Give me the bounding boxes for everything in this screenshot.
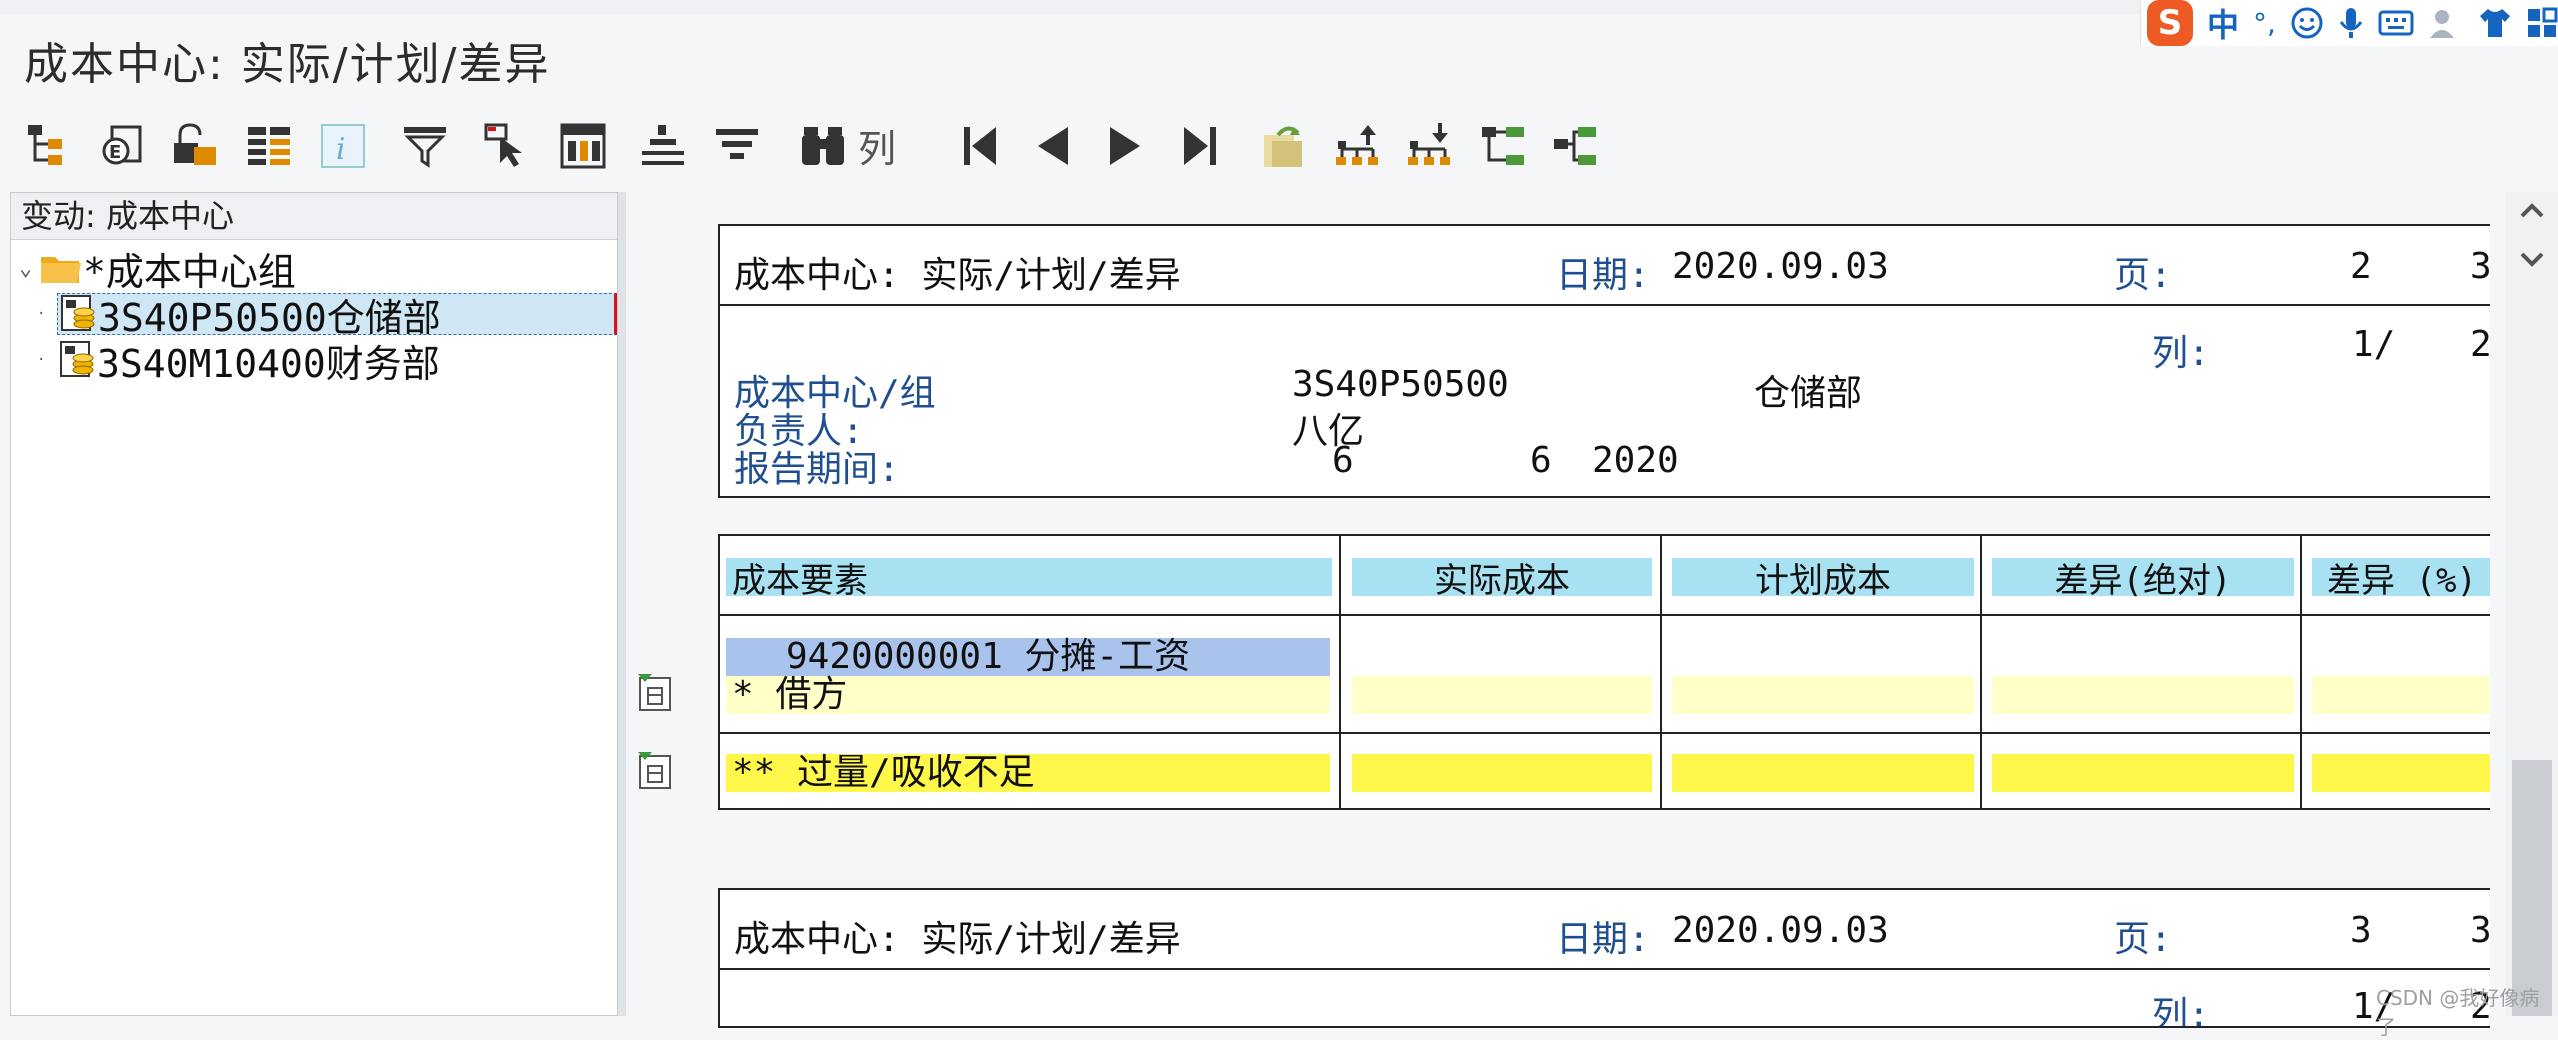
column-header-variance-pct[interactable]: 差异 (%) — [2312, 558, 2490, 601]
tree-item-label: 3S40M10400财务部 — [97, 341, 440, 386]
first-page-icon[interactable] — [954, 118, 1008, 174]
column-number: 1/ — [2352, 324, 2396, 365]
user-icon[interactable] — [2428, 6, 2464, 40]
ime-punct-toggle[interactable]: °, — [2253, 7, 2276, 40]
microphone-icon[interactable] — [2338, 6, 2364, 40]
scrollbar-thumb[interactable] — [2512, 760, 2552, 1016]
column-header-plan-cost[interactable]: 计划成本 — [1672, 558, 1974, 601]
over-under-absorption-row[interactable]: ** 过量/吸收不足 — [726, 754, 1330, 792]
expand-up-icon[interactable] — [1330, 118, 1384, 174]
field-value-year: 2020 — [1592, 440, 1679, 481]
application-toolbar: E i 列 — [0, 110, 2558, 182]
next-page-icon[interactable] — [1098, 118, 1152, 174]
debit-subtotal-row[interactable]: * 借方 — [726, 676, 1330, 714]
columns-label[interactable]: 列 — [858, 118, 896, 173]
date-label: 日期: — [1556, 255, 1650, 296]
sort-filter-icon[interactable] — [710, 118, 764, 174]
scroll-up-icon[interactable] — [2506, 192, 2558, 272]
report-settings-icon[interactable]: E — [96, 118, 150, 174]
page-number: 2 — [2350, 246, 2372, 287]
report-page-header-next: 成本中心: 实际/计划/差异 日期: 2020.09.03 页: 3 3 列: … — [718, 888, 2490, 1028]
row-detail-icon[interactable] — [634, 750, 674, 792]
date-value: 2020.09.03 — [1672, 910, 1889, 951]
field-value-period-from: 6 — [1332, 440, 1354, 481]
ime-toolbar: S 中 °, — [2140, 0, 2558, 46]
previous-page-icon[interactable] — [1026, 118, 1080, 174]
expand-tree-icon[interactable] — [1476, 118, 1530, 174]
tree-header: 变动: 成本中心 — [11, 193, 617, 240]
skin-shirt-icon[interactable] — [2478, 6, 2512, 40]
row-detail-icon[interactable] — [634, 672, 674, 714]
panel-splitter[interactable] — [618, 192, 626, 1016]
keyboard-icon[interactable] — [2378, 8, 2414, 38]
cost-center-icon — [61, 295, 95, 331]
toolbox-grid-icon[interactable] — [2526, 7, 2558, 39]
page-number: 3 — [2350, 910, 2372, 951]
folder-icon — [41, 257, 81, 283]
tree-item-3s40m10400[interactable]: · 3S40M10400财务部 — [37, 337, 440, 386]
collapse-chevron-icon[interactable]: ⌄ — [19, 256, 39, 281]
column-header-cost-element[interactable]: 成本要素 — [726, 558, 1332, 601]
ime-mode-toggle[interactable]: 中 — [2207, 0, 2239, 46]
collapse-tree-icon[interactable] — [1548, 118, 1602, 174]
svg-text:i: i — [336, 132, 346, 167]
page-label: 页: — [2114, 255, 2172, 296]
cost-center-icon — [60, 341, 94, 377]
tree-root-node[interactable]: ⌄ *成本中心组 — [19, 245, 296, 294]
svg-text:E: E — [109, 142, 121, 163]
export-document-icon[interactable] — [1256, 118, 1310, 174]
page-label: 页: — [2114, 919, 2172, 960]
tree-item-3s40p50500[interactable]: · 3S40P50500仓储部 — [37, 291, 625, 340]
table-view-icon[interactable] — [556, 118, 610, 174]
filter-icon[interactable] — [398, 118, 452, 174]
field-value-period-to: 6 — [1530, 440, 1552, 481]
emoji-icon[interactable] — [2290, 6, 2324, 40]
field-label-period: 报告期间: — [734, 449, 900, 490]
watermark: CSDN @我好像病了 — [2376, 986, 2540, 1039]
lock-icon[interactable] — [168, 118, 222, 174]
sum-subtotal-icon[interactable] — [636, 118, 690, 174]
date-label: 日期: — [1556, 919, 1650, 960]
page-total: 3 — [2470, 910, 2490, 951]
column-header-actual-cost[interactable]: 实际成本 — [1352, 558, 1652, 601]
cost-element-row[interactable]: 9420000001 分摊-工资 — [726, 638, 1330, 676]
field-value-cost-center-name: 仓储部 — [1754, 373, 1863, 414]
sogou-logo-icon[interactable]: S — [2147, 0, 2193, 46]
column-label: 列: — [2152, 995, 2210, 1028]
column-total: 2 — [2470, 324, 2490, 365]
field-value-cost-center: 3S40P50500 — [1292, 364, 1509, 405]
tree-item-selected[interactable]: 3S40P50500仓储部 — [57, 293, 617, 340]
expand-down-icon[interactable] — [1402, 118, 1456, 174]
navigation-tree: 变动: 成本中心 ⌄ *成本中心组 · 3S40P50500仓储部 · 3S40… — [10, 192, 618, 1016]
page-total: 3 — [2470, 246, 2490, 287]
column-label: 列: — [2152, 333, 2210, 374]
hierarchy-icon[interactable] — [22, 118, 76, 174]
report-table: 成本要素 实际成本 计划成本 差异(绝对) 差异 (%) 9420000001 … — [718, 534, 2490, 810]
window-title: 成本中心: 实际/计划/差异 — [24, 39, 551, 90]
find-binoculars-icon[interactable] — [796, 118, 850, 174]
last-page-icon[interactable] — [1172, 118, 1226, 174]
report-title: 成本中心: 实际/计划/差异 — [734, 255, 1181, 296]
column-header-variance-abs[interactable]: 差异(绝对) — [1992, 558, 2294, 601]
date-value: 2020.09.03 — [1672, 246, 1889, 287]
report-page-header: 成本中心: 实际/计划/差异 日期: 2020.09.03 页: 2 3 列: … — [718, 224, 2490, 498]
report-title: 成本中心: 实际/计划/差异 — [734, 919, 1181, 960]
info-icon[interactable]: i — [316, 118, 370, 174]
select-cursor-icon[interactable] — [480, 118, 534, 174]
layout-list-icon[interactable] — [242, 118, 296, 174]
